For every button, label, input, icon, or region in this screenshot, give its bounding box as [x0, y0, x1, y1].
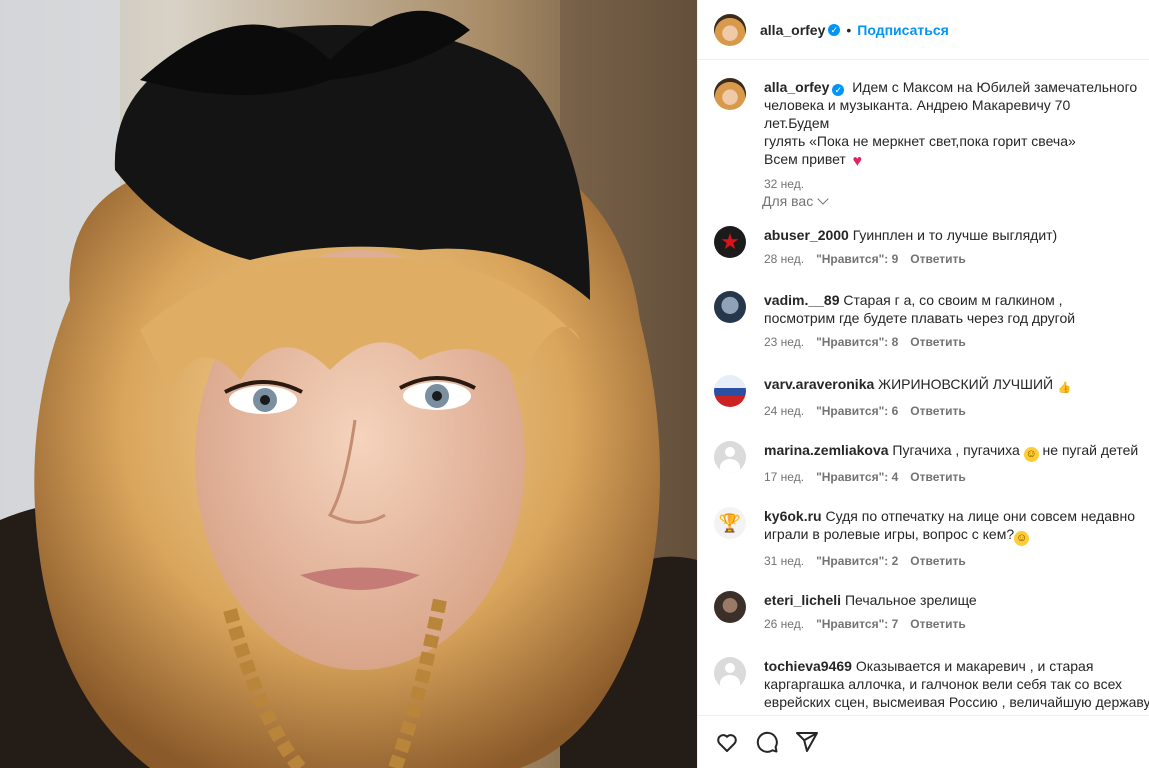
- comment-text: Оказывается и макаревич , и старая: [855, 658, 1094, 674]
- comment-text: Старая г а, со своим м галкином ,: [843, 292, 1063, 308]
- comment-text: не пугай детей: [1042, 442, 1139, 458]
- post-caption: alla_orfey ✓ Идем с Максом на Юбилей заме…: [714, 78, 1139, 193]
- commenter-avatar[interactable]: [714, 591, 746, 623]
- verified-badge-icon: ✓: [832, 84, 845, 96]
- comment-text: Гуинплен и то лучше выглядит): [852, 227, 1058, 243]
- reply-button[interactable]: Ответить: [910, 333, 965, 351]
- comment-text: Печальное зрелище: [844, 592, 977, 608]
- comment-item: marina.zemliakova Пугачиха , пугачиха ☺ …: [714, 441, 1139, 486]
- comment-likes[interactable]: "Нравится": 4: [816, 468, 898, 486]
- caption-username[interactable]: alla_orfey: [764, 79, 829, 95]
- comment-text: каргаргашка аллочка, и галчонок вели себ…: [764, 676, 1123, 692]
- reply-button[interactable]: Ответить: [910, 552, 965, 570]
- comment-text: играли в ролевые игры, вопрос с кем?: [764, 526, 1015, 542]
- comment-likes[interactable]: "Нравится": 2: [816, 552, 898, 570]
- laughing-emoji-icon: ☺: [1014, 531, 1030, 546]
- comment-likes[interactable]: "Нравится": 6: [816, 402, 898, 420]
- verified-badge-icon: ✓: [828, 23, 841, 36]
- comment-time[interactable]: 26 нед.: [764, 615, 804, 633]
- reply-button[interactable]: Ответить: [910, 402, 965, 420]
- comment-text: ЖИРИНОВСКИЙ ЛУЧШИЙ: [878, 376, 1054, 392]
- laughing-emoji-icon: ☺: [1023, 447, 1039, 462]
- comment-time[interactable]: 23 нед.: [764, 333, 804, 351]
- author-avatar[interactable]: [714, 13, 746, 46]
- comment-time[interactable]: 24 нед.: [764, 402, 804, 420]
- comment-likes[interactable]: "Нравится": 9: [816, 250, 898, 268]
- comment-time[interactable]: 17 нед.: [764, 468, 804, 486]
- post-photo[interactable]: [0, 0, 697, 768]
- caption-line: человека и музыканта. Андрею Макаревичу …: [764, 97, 1071, 131]
- caption-line: гулять «Пока не меркнет свет,пока горит …: [764, 133, 1076, 149]
- caption-line: Всем привет: [764, 151, 846, 167]
- comment-likes[interactable]: "Нравится": 8: [816, 333, 898, 351]
- caption-avatar[interactable]: [714, 78, 746, 110]
- like-button[interactable]: [714, 729, 740, 755]
- chevron-down-icon: [817, 193, 829, 205]
- comment-username[interactable]: vadim.__89: [764, 292, 840, 308]
- portrait-illustration: [0, 0, 697, 768]
- reply-button[interactable]: Ответить: [910, 468, 965, 486]
- commenter-avatar[interactable]: [714, 375, 746, 407]
- share-button[interactable]: [794, 729, 820, 755]
- comment-username[interactable]: eteri_licheli: [764, 592, 841, 608]
- commenter-avatar[interactable]: [714, 657, 746, 689]
- sort-label: Для вас: [762, 193, 814, 209]
- comment-username[interactable]: ky6ok.ru: [764, 508, 822, 524]
- reply-button[interactable]: Ответить: [910, 250, 965, 268]
- comment-time[interactable]: 28 нед.: [764, 250, 804, 268]
- thumbs-up-emoji-icon: 👍: [1057, 382, 1072, 394]
- comment-item: varv.araveronika ЖИРИНОВСКИЙ ЛУЧШИЙ 👍 24…: [714, 375, 1139, 420]
- post-header: alla_orfey ✓ • Подписаться: [698, 0, 1149, 60]
- commenter-avatar[interactable]: [714, 291, 746, 323]
- comment-button[interactable]: [754, 729, 780, 755]
- comment-item: tochieva9469 Оказывается и макаревич , и…: [714, 657, 1149, 711]
- comment-username[interactable]: marina.zemliakova: [764, 442, 889, 458]
- comment-item: eteri_licheli Печальное зрелище 26 нед. "…: [714, 591, 1139, 633]
- comment-text: Судя по отпечатку на лице они совсем нед…: [825, 508, 1135, 524]
- caption-line: Идем с Максом на Юбилей замечательного: [852, 79, 1138, 95]
- share-icon: [796, 732, 818, 752]
- commenter-avatar[interactable]: 🏆: [714, 507, 746, 539]
- author-username[interactable]: alla_orfey: [760, 22, 825, 38]
- heart-emoji-icon: ♥: [852, 153, 862, 170]
- comment-username[interactable]: varv.araveronika: [764, 376, 874, 392]
- commenter-avatar[interactable]: [714, 441, 746, 473]
- comment-text: Пугачиха , пугачиха: [892, 442, 1020, 458]
- comment-item: ★ abuser_2000 Гуинплен и то лучше выгляд…: [714, 226, 1139, 268]
- comment-text: еврейских сцен, высмеивая Россию , велич…: [764, 694, 1149, 710]
- comment-username[interactable]: abuser_2000: [764, 227, 849, 243]
- comment-time[interactable]: 31 нед.: [764, 552, 804, 570]
- follow-button[interactable]: Подписаться: [857, 22, 949, 38]
- sort-dropdown[interactable]: Для вас: [762, 193, 829, 209]
- caption-time[interactable]: 32 нед.: [764, 175, 804, 193]
- reply-button[interactable]: Ответить: [910, 615, 965, 633]
- comment-likes[interactable]: "Нравится": 7: [816, 615, 898, 633]
- commenter-avatar[interactable]: ★: [714, 226, 746, 258]
- comments-list[interactable]: alla_orfey ✓ Идем с Максом на Юбилей заме…: [698, 60, 1149, 715]
- comment-username[interactable]: tochieva9469: [764, 658, 852, 674]
- post-actions-bar: [698, 715, 1149, 768]
- comments-panel: alla_orfey ✓ • Подписаться alla_orfey ✓ И…: [697, 0, 1149, 768]
- comment-text: посмотрим где будете плавать через год д…: [764, 310, 1076, 326]
- separator-dot: •: [846, 21, 852, 38]
- comment-icon: [756, 731, 778, 753]
- comment-item: 🏆 ky6ok.ru Судя по отпечатку на лице они…: [714, 507, 1139, 570]
- comment-item: vadim.__89 Старая г а, со своим м галкин…: [714, 291, 1139, 351]
- heart-icon: [717, 734, 737, 752]
- post-modal: alla_orfey ✓ • Подписаться alla_orfey ✓ И…: [0, 0, 1149, 768]
